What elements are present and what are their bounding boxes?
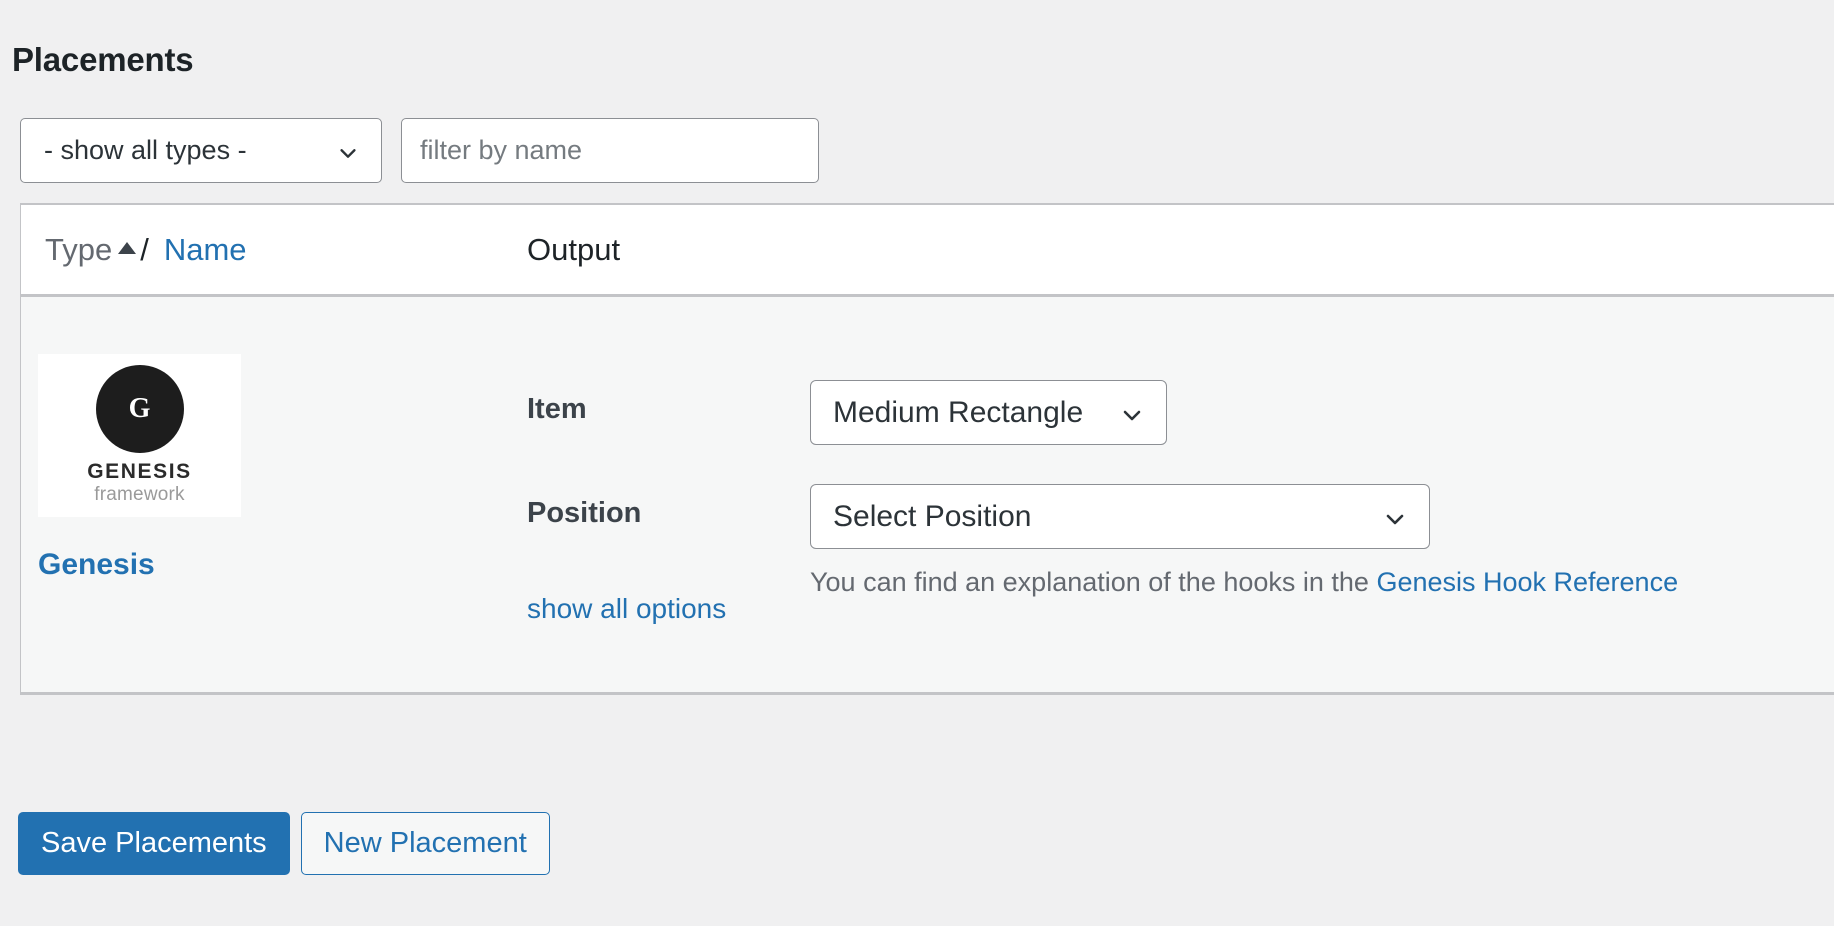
position-select-value: Select Position	[833, 499, 1032, 533]
cell-output: Item Medium Rectangle Position Select Po…	[527, 297, 1834, 642]
chevron-down-icon	[337, 140, 359, 162]
field-position-control: Select Position You can find an explanat…	[810, 484, 1834, 603]
field-position-label: Position	[527, 497, 642, 529]
genesis-hook-reference-link[interactable]: Genesis Hook Reference	[1376, 567, 1678, 597]
column-header-type-name: Type / Name	[45, 232, 247, 268]
type-filter-selected-label: - show all types -	[44, 135, 247, 165]
field-item-label: Item	[527, 393, 587, 425]
type-filter-select[interactable]: - show all types -	[20, 118, 382, 183]
chevron-down-icon	[1120, 401, 1144, 425]
position-select[interactable]: Select Position	[810, 484, 1430, 549]
genesis-monogram-letter: G	[128, 393, 151, 425]
footer-actions: Save Placements New Placement	[18, 812, 550, 875]
genesis-logo-thumbnail: G GENESIS framework	[38, 354, 241, 517]
genesis-wordmark-subtitle: framework	[94, 483, 185, 505]
placements-page: Placements - show all types - Type / Nam…	[0, 0, 1834, 926]
field-position: Position Select Position You can find an…	[527, 484, 1834, 603]
field-item-control: Medium Rectangle	[810, 380, 1834, 445]
item-select-value: Medium Rectangle	[833, 395, 1084, 429]
item-select[interactable]: Medium Rectangle	[810, 380, 1167, 445]
column-header-output: Output	[527, 231, 621, 267]
save-placements-button[interactable]: Save Placements	[18, 812, 290, 875]
column-header-type[interactable]: Type	[45, 231, 137, 268]
name-filter-input[interactable]	[401, 118, 819, 183]
table-header-row: Type / Name Output	[21, 205, 1834, 297]
column-header-separator: /	[140, 231, 149, 267]
chevron-down-icon	[1383, 505, 1407, 529]
page-title: Placements	[12, 41, 194, 79]
sort-ascending-icon	[118, 241, 137, 254]
filter-bar: - show all types -	[20, 118, 819, 183]
column-header-name[interactable]: Name	[164, 232, 247, 268]
placement-name-link[interactable]: Genesis	[38, 548, 155, 582]
position-help-prefix: You can find an explanation of the hooks…	[810, 567, 1377, 597]
field-item: Item Medium Rectangle	[527, 380, 1834, 445]
table-row: G GENESIS framework Genesis Item Medium …	[21, 297, 1834, 692]
show-all-options-link[interactable]: show all options	[527, 593, 726, 625]
position-help-text: You can find an explanation of the hooks…	[810, 562, 1834, 603]
cell-type-name: G GENESIS framework Genesis	[38, 297, 508, 582]
column-header-type-label: Type	[45, 231, 113, 267]
genesis-monogram-circle: G	[95, 365, 184, 454]
genesis-wordmark: GENESIS	[87, 460, 192, 484]
placements-table: Type / Name Output G GENESIS framework G…	[20, 203, 1834, 695]
new-placement-button[interactable]: New Placement	[300, 812, 550, 875]
